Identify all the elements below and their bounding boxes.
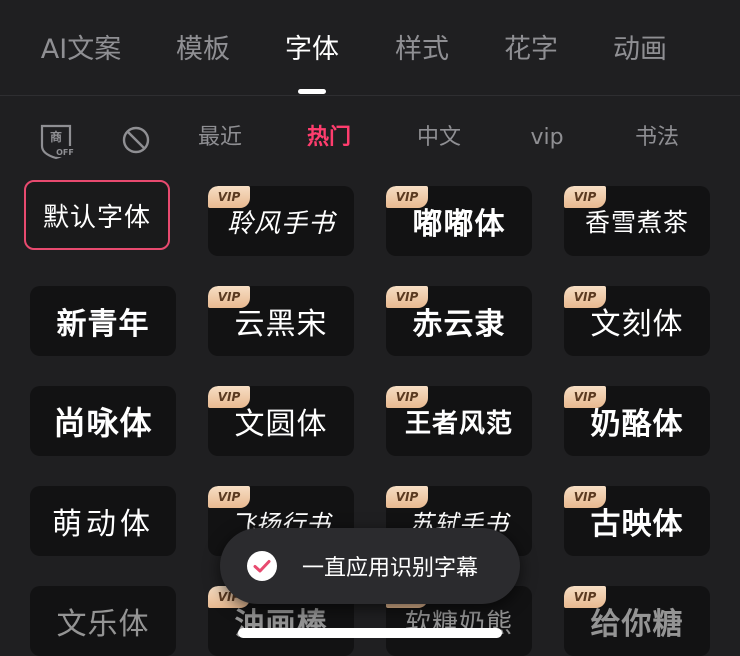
font-card-label: 新青年 (56, 307, 150, 342)
vip-badge: VIP (208, 286, 250, 308)
font-card-label: 萌动体 (52, 507, 154, 542)
category-calligraphy[interactable]: 书法 (607, 108, 707, 168)
top-tab-bar: AI文案 模板 字体 样式 花字 动画 (0, 0, 740, 95)
tab-template[interactable]: 模板 (148, 28, 258, 72)
font-card-label: 聆风手书 (226, 208, 335, 239)
vip-badge: VIP (386, 186, 428, 208)
divider (0, 95, 740, 96)
commercial-icon-sub: OFF (56, 148, 74, 157)
tab-ai-copy[interactable]: AI文案 (26, 28, 136, 72)
font-card-label: 奶酪体 (590, 407, 684, 442)
toast-apply-subtitles[interactable]: 一直应用识别字幕 (220, 528, 520, 604)
category-vip[interactable]: vip (497, 108, 597, 168)
font-card-label: 嘟嘟体 (412, 207, 506, 242)
vip-badge: VIP (208, 186, 250, 208)
font-card-label: 赤云隶 (412, 307, 506, 342)
font-card-label: 古映体 (590, 507, 684, 542)
font-card[interactable]: VIP 香雪煮茶 (564, 186, 710, 256)
font-card[interactable]: 尚咏体 (30, 386, 176, 456)
font-card-label: 云黑宋 (234, 307, 328, 342)
font-card-label: 尚咏体 (53, 404, 153, 442)
tab-fancy-text[interactable]: 花字 (476, 28, 586, 72)
font-card[interactable]: VIP 云黑宋 (208, 286, 354, 356)
font-card[interactable]: 新青年 (30, 286, 176, 356)
font-card-label: 给你糖 (590, 607, 684, 642)
font-card-label: 香雪煮茶 (584, 208, 689, 237)
font-card-label: 文乐体 (56, 607, 150, 642)
font-card[interactable]: VIP 赤云隶 (386, 286, 532, 356)
vip-badge: VIP (208, 486, 250, 508)
check-circle-icon (247, 551, 277, 581)
vip-badge: VIP (386, 386, 428, 408)
commercial-off-icon[interactable]: 商 OFF (36, 120, 76, 160)
font-card[interactable]: VIP 文圆体 (208, 386, 354, 456)
home-indicator (238, 628, 502, 638)
vip-badge: VIP (564, 386, 606, 408)
category-hot[interactable]: 热门 (279, 108, 379, 168)
font-card[interactable]: VIP 聆风手书 (208, 186, 354, 256)
vip-badge: VIP (564, 186, 606, 208)
font-card-label: 文刻体 (590, 307, 684, 342)
category-recent[interactable]: 最近 (170, 108, 270, 168)
font-card-label: 王者风范 (404, 408, 513, 439)
font-card[interactable]: VIP 王者风范 (386, 386, 532, 456)
font-card-label: 默认字体 (42, 202, 151, 233)
category-bar: 商 OFF 最近 热门 中文 vip 书法 (0, 108, 740, 168)
font-card-label: 文圆体 (234, 407, 328, 442)
tab-style[interactable]: 样式 (367, 28, 477, 72)
font-card[interactable]: VIP 文刻体 (564, 286, 710, 356)
vip-badge: VIP (386, 486, 428, 508)
font-card[interactable]: VIP 给你糖 (564, 586, 710, 656)
no-font-icon[interactable] (116, 120, 156, 160)
vip-badge: VIP (386, 286, 428, 308)
active-tab-indicator (298, 89, 326, 94)
vip-badge: VIP (564, 486, 606, 508)
vip-badge: VIP (208, 386, 250, 408)
font-card[interactable]: VIP 嘟嘟体 (386, 186, 532, 256)
commercial-icon-text: 商 (50, 129, 62, 144)
category-chinese[interactable]: 中文 (389, 108, 489, 168)
font-card[interactable]: 文乐体 (30, 586, 176, 656)
tab-font[interactable]: 字体 (257, 28, 367, 72)
toast-text: 一直应用识别字幕 (302, 556, 479, 581)
font-card-default[interactable]: 默认字体 (24, 180, 170, 250)
tab-animation[interactable]: 动画 (585, 28, 695, 72)
font-card[interactable]: VIP 奶酪体 (564, 386, 710, 456)
font-card[interactable]: 萌动体 (30, 486, 176, 556)
vip-badge: VIP (564, 286, 606, 308)
font-card[interactable]: VIP 古映体 (564, 486, 710, 556)
